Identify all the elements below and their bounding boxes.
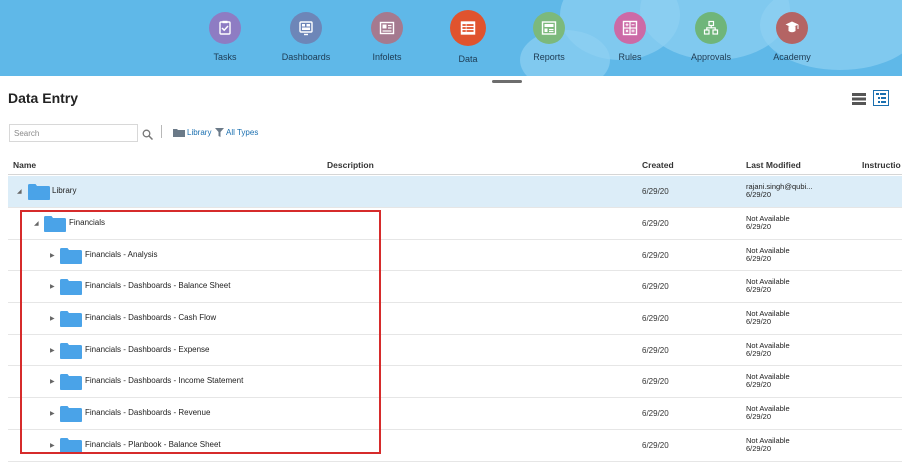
springboard-handle[interactable] — [492, 80, 522, 83]
search-icon — [142, 129, 154, 141]
row-created: 6/29/20 — [642, 282, 669, 291]
page-title: Data Entry — [8, 90, 79, 106]
row-modified-date: 6/29/20 — [746, 222, 772, 231]
nav-label: Dashboards — [281, 52, 331, 62]
filter-icon — [215, 128, 224, 137]
row-last-modified: Not Available 6/29/20 — [746, 310, 790, 326]
row-modified-date: 6/29/20 — [746, 444, 772, 453]
library-filter-link[interactable]: Library — [173, 128, 211, 137]
calculator-icon — [614, 12, 646, 44]
nav-item-academy[interactable]: Academy — [762, 12, 822, 62]
table-row[interactable]: ◢ Library 6/29/20 rajani.singh@qubi... 6/29/… — [8, 176, 902, 208]
header-divider — [8, 174, 902, 175]
type-filter-link[interactable]: All Types — [215, 128, 258, 137]
infolets-icon — [371, 12, 403, 44]
column-header-instructions[interactable]: Instructio — [862, 160, 901, 170]
folder-icon — [28, 183, 50, 206]
row-modified-date: 6/29/20 — [746, 285, 772, 294]
tree-view-button[interactable] — [873, 90, 889, 106]
dashboard-icon — [290, 12, 322, 44]
nav-label: Approvals — [690, 52, 732, 62]
row-created: 6/29/20 — [642, 219, 669, 228]
row-modified-date: 6/29/20 — [746, 254, 772, 263]
nav-label: Rules — [618, 52, 642, 62]
library-filter-label: Library — [187, 128, 212, 137]
row-created: 6/29/20 — [642, 314, 669, 323]
row-created: 6/29/20 — [642, 377, 669, 386]
row-created: 6/29/20 — [642, 346, 669, 355]
nav-item-reports[interactable]: Reports — [519, 12, 579, 62]
clipboard-check-icon — [209, 12, 241, 44]
nav-item-rules[interactable]: Rules — [600, 12, 660, 62]
list-view-button[interactable] — [852, 92, 866, 105]
row-created: 6/29/20 — [642, 251, 669, 260]
list-view-icon — [852, 93, 866, 105]
row-last-modified: Not Available 6/29/20 — [746, 405, 790, 421]
nav-item-dashboards[interactable]: Dashboards — [276, 12, 336, 62]
row-created: 6/29/20 — [642, 187, 669, 196]
row-last-modified: Not Available 6/29/20 — [746, 342, 790, 358]
row-created: 6/29/20 — [642, 409, 669, 418]
type-filter-label: All Types — [226, 128, 259, 137]
toolbar-divider — [161, 125, 162, 138]
tree-view-icon — [873, 90, 889, 106]
nav-item-infolets[interactable]: Infolets — [357, 12, 417, 62]
nav-label: Tasks — [213, 52, 237, 62]
academy-icon — [776, 12, 808, 44]
row-modified-date: 6/29/20 — [746, 190, 772, 199]
row-last-modified: Not Available 6/29/20 — [746, 247, 790, 263]
nav-label: Infolets — [372, 52, 402, 62]
column-header-created[interactable]: Created — [642, 160, 674, 170]
nav-item-data[interactable]: Data — [438, 10, 498, 64]
folder-icon — [173, 129, 185, 137]
row-last-modified: Not Available 6/29/20 — [746, 278, 790, 294]
column-header-description[interactable]: Description — [327, 160, 374, 170]
row-last-modified: rajani.singh@qubi... 6/29/20 — [746, 183, 812, 199]
search-input[interactable] — [9, 124, 138, 142]
row-created: 6/29/20 — [642, 441, 669, 450]
nav-label: Academy — [773, 52, 811, 62]
row-modified-date: 6/29/20 — [746, 412, 772, 421]
row-name[interactable]: Library — [52, 186, 76, 195]
search-button[interactable] — [142, 127, 154, 145]
nav-label: Reports — [533, 52, 565, 62]
column-header-name[interactable]: Name — [13, 160, 36, 170]
collapse-toggle-icon[interactable]: ◢ — [17, 188, 22, 195]
report-icon — [533, 12, 565, 44]
nav-label: Data — [458, 54, 478, 64]
data-grid-icon — [450, 10, 486, 46]
row-modified-date: 6/29/20 — [746, 317, 772, 326]
highlight-box — [20, 210, 381, 454]
approvals-icon — [695, 12, 727, 44]
nav-item-tasks[interactable]: Tasks — [195, 12, 255, 62]
row-last-modified: Not Available 6/29/20 — [746, 215, 790, 231]
row-last-modified: Not Available 6/29/20 — [746, 373, 790, 389]
row-modified-date: 6/29/20 — [746, 349, 772, 358]
row-last-modified: Not Available 6/29/20 — [746, 437, 790, 453]
row-modified-date: 6/29/20 — [746, 380, 772, 389]
column-header-last-modified[interactable]: Last Modified — [746, 160, 801, 170]
nav-item-approvals[interactable]: Approvals — [681, 12, 741, 62]
